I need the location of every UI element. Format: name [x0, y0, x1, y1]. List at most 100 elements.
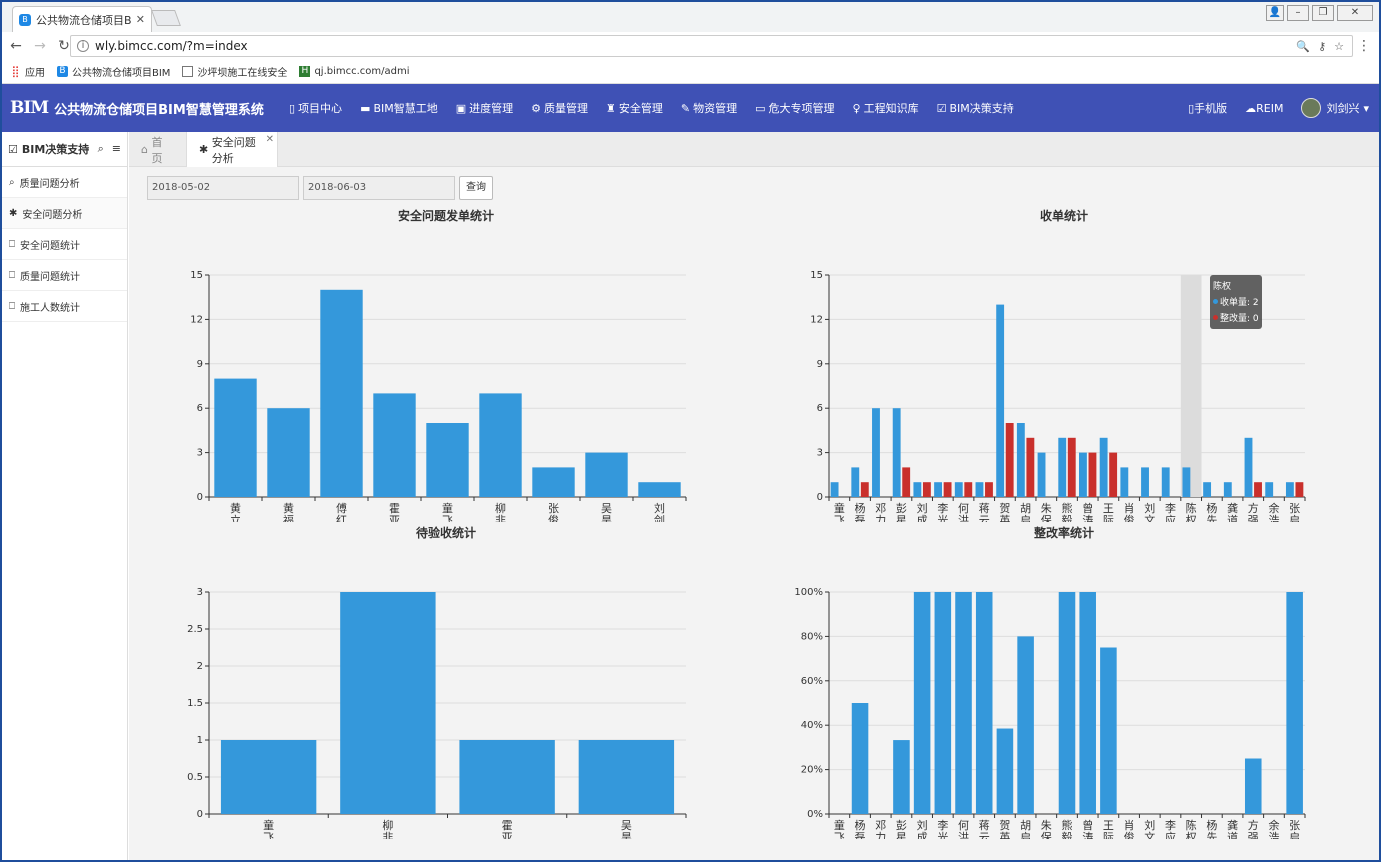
- checkbox-icon: ☑: [8, 142, 18, 156]
- new-tab-button[interactable]: [151, 10, 181, 26]
- close-tab-icon[interactable]: ✕: [266, 134, 274, 145]
- sidebar-item-worker-stats[interactable]: ⎕ 施工人数统计: [2, 291, 127, 322]
- omnibox[interactable]: i wly.bimcc.com/?m=index 🔍 ⚷ ☆: [70, 35, 1353, 57]
- x-tick-label: 余浩: [1268, 501, 1279, 522]
- x-tick-label-char: 保: [1041, 513, 1052, 522]
- nav-mobile[interactable]: ▯手机版: [1188, 100, 1227, 116]
- nav-knowledge[interactable]: ♀ 工程知识库: [853, 100, 919, 116]
- y-tick-label: 15: [810, 270, 823, 281]
- monitor-icon: ▭: [755, 101, 766, 115]
- end-date-input[interactable]: 2018-06-03: [303, 176, 455, 200]
- key-icon[interactable]: ⚷: [1318, 40, 1326, 53]
- maximize-button[interactable]: ❐: [1312, 5, 1334, 21]
- x-tick-label-char: 柳: [495, 501, 506, 515]
- bar: [975, 592, 993, 814]
- nav-quality[interactable]: ⚙ 质量管理: [531, 100, 588, 116]
- x-tick-label: 朱保全: [1041, 819, 1052, 839]
- zoom-icon[interactable]: 🔍: [1296, 40, 1310, 53]
- browser-menu-icon[interactable]: ⋮: [1357, 38, 1371, 54]
- x-tick-label: 童飞1: [834, 501, 845, 522]
- x-tick-label-char: 俊: [1124, 830, 1135, 839]
- sidebar-item-safety-analysis[interactable]: ✱ 安全问题分析: [2, 198, 127, 229]
- bar: [1100, 647, 1117, 814]
- nav-safety[interactable]: ♜ 安全管理: [606, 100, 663, 116]
- bar-received: [1079, 452, 1087, 497]
- url-text[interactable]: wly.bimcc.com/?m=index: [95, 39, 1296, 53]
- x-tick-label-char: 杨: [1206, 501, 1217, 515]
- query-button[interactable]: 查询: [459, 176, 493, 200]
- search-icon[interactable]: ⌕: [98, 142, 104, 156]
- sidebar-item-quality-stats[interactable]: ⎕ 质量问题统计: [2, 260, 127, 291]
- x-tick-label-char: 启: [1020, 514, 1031, 522]
- tab-home[interactable]: ⌂ 首页: [129, 132, 185, 167]
- x-tick-label: 胡启明: [1020, 818, 1031, 839]
- bar-received: [830, 482, 839, 497]
- x-tick-label-char: 洪: [958, 830, 969, 839]
- x-tick-label: 童飞1: [263, 818, 274, 839]
- browser-tab-title: 公共物流仓储项目BIM智: [36, 13, 132, 27]
- nav-hazard[interactable]: ▭ 危大专项管理: [755, 100, 834, 116]
- x-tick-label-char: 童: [834, 501, 845, 515]
- x-tick-label: 柳非凡: [495, 501, 506, 522]
- x-tick-label-char: 磊: [855, 514, 866, 522]
- nav-decision[interactable]: ☑ BIM决策支持: [937, 100, 1014, 116]
- search-icon: ⌕: [9, 176, 15, 188]
- x-tick-label: 贺英杰: [999, 502, 1010, 522]
- browser-tab[interactable]: B 公共物流仓储项目BIM智 ✕: [12, 6, 152, 32]
- close-window-button[interactable]: ✕: [1337, 5, 1373, 21]
- nav-project-center[interactable]: ▯ 项目中心: [289, 100, 342, 116]
- nav-progress[interactable]: ▣ 进度管理: [456, 100, 513, 116]
- x-tick-label: 傅红兵: [336, 501, 347, 522]
- x-tick-label-char: 洪: [958, 513, 969, 522]
- x-tick-label: 方强: [1248, 818, 1259, 839]
- nav-materials[interactable]: ✎ 物资管理: [681, 100, 737, 116]
- x-tick-label: 李应平: [1165, 501, 1176, 522]
- star-icon[interactable]: ☆: [1334, 40, 1344, 53]
- user-profile-icon[interactable]: 👤: [1266, 5, 1284, 21]
- y-tick-label: 0: [197, 809, 203, 820]
- x-tick-label-char: 飞: [834, 514, 845, 522]
- x-tick-label-char: 英: [999, 830, 1010, 839]
- user-menu[interactable]: 刘剑兴 ▾: [1301, 98, 1369, 118]
- y-tick-label: 40%: [801, 720, 823, 731]
- y-tick-label: 2.5: [187, 624, 203, 635]
- nav-label: BIM决策支持: [949, 102, 1014, 115]
- red-dot-icon: [1213, 315, 1218, 320]
- apps-grid-icon: ⣿: [11, 65, 20, 78]
- y-tick-label: 0: [817, 492, 823, 503]
- x-tick-label: 邓力: [875, 502, 886, 522]
- bar-received: [892, 408, 901, 497]
- nav-reim[interactable]: ☁REIM: [1245, 102, 1283, 115]
- y-tick-label: 12: [810, 314, 823, 325]
- bookmark-qj[interactable]: Hqj.bimcc.com/admi: [299, 66, 410, 77]
- info-icon[interactable]: i: [77, 40, 89, 52]
- x-tick-label-char: 肖: [1124, 501, 1135, 515]
- back-icon[interactable]: ←: [6, 38, 26, 54]
- bar-rectified: [1109, 452, 1118, 497]
- minimize-button[interactable]: –: [1287, 5, 1309, 21]
- asterisk-icon: ✱: [199, 143, 209, 156]
- forward-icon[interactable]: →: [30, 38, 50, 54]
- nav-bim-site[interactable]: ▬ BIM智慧工地: [360, 100, 438, 116]
- x-tick-label: 方强: [1248, 501, 1259, 522]
- menu-icon[interactable]: ≡: [112, 142, 121, 156]
- tooltip-line: 整改量: 0: [1220, 314, 1259, 324]
- x-tick-label-char: 毅: [1062, 513, 1073, 522]
- sidebar-item-safety-stats[interactable]: ⎕ 安全问题统计: [2, 229, 127, 260]
- x-tick-label: 邓力: [875, 819, 886, 839]
- x-tick-label-char: 李: [937, 501, 948, 515]
- sidebar-item-quality-analysis[interactable]: ⌕ 质量问题分析: [2, 167, 127, 198]
- start-date-input[interactable]: 2018-05-02: [147, 176, 299, 200]
- bookmark-bim[interactable]: B 公共物流仓储项目BIM: [57, 64, 170, 79]
- bar-received: [851, 467, 860, 497]
- bookmark-shapingba[interactable]: 沙坪坝施工在线安全: [182, 64, 287, 79]
- app-logo[interactable]: BIM 公共物流仓储项目BIM智慧管理系统: [10, 98, 264, 118]
- tab-safety-analysis[interactable]: ✱ 安全问题分析 ✕: [186, 132, 278, 167]
- bar: [1079, 592, 1096, 814]
- edit-icon: ✎: [680, 101, 691, 115]
- x-tick-label-char: 胡: [1020, 818, 1031, 832]
- close-tab-icon[interactable]: ✕: [136, 13, 145, 26]
- x-tick-label-char: 杨: [855, 818, 866, 832]
- bookmark-apps[interactable]: ⣿ 应用: [10, 64, 45, 79]
- x-tick-label-char: 童: [263, 818, 274, 832]
